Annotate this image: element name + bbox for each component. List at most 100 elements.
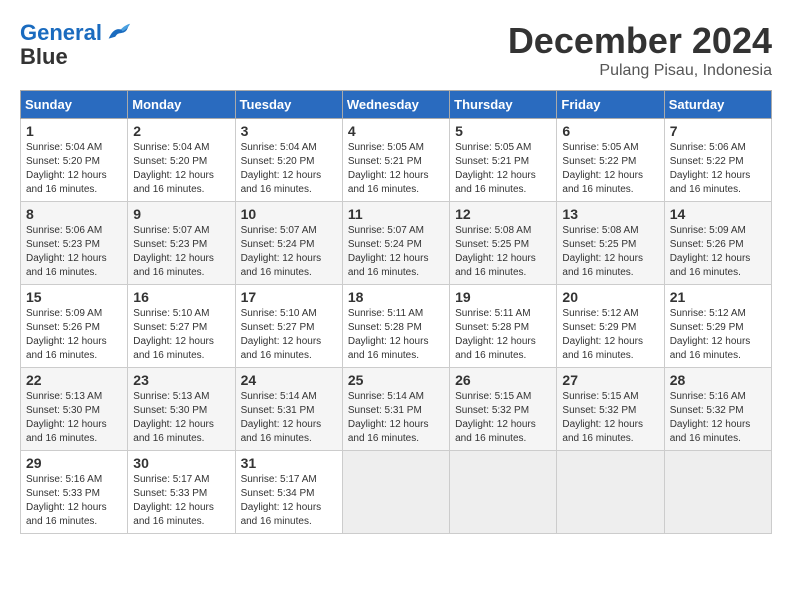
calendar-cell: 14 Sunrise: 5:09 AMSunset: 5:26 PMDaylig…: [664, 202, 771, 285]
day-info: Sunrise: 5:16 AMSunset: 5:32 PMDaylight:…: [670, 390, 766, 446]
weekday-header: Saturday: [664, 91, 771, 119]
calendar-cell: 16 Sunrise: 5:10 AMSunset: 5:27 PMDaylig…: [128, 285, 235, 368]
calendar-week-row: 29 Sunrise: 5:16 AMSunset: 5:33 PMDaylig…: [21, 451, 772, 534]
day-number: 30: [133, 455, 229, 471]
day-number: 22: [26, 372, 122, 388]
calendar-cell: 8 Sunrise: 5:06 AMSunset: 5:23 PMDayligh…: [21, 202, 128, 285]
day-info: Sunrise: 5:06 AMSunset: 5:23 PMDaylight:…: [26, 224, 122, 280]
day-number: 2: [133, 123, 229, 139]
day-info: Sunrise: 5:14 AMSunset: 5:31 PMDaylight:…: [348, 390, 444, 446]
calendar-cell: 18 Sunrise: 5:11 AMSunset: 5:28 PMDaylig…: [342, 285, 449, 368]
calendar-cell: 30 Sunrise: 5:17 AMSunset: 5:33 PMDaylig…: [128, 451, 235, 534]
day-info: Sunrise: 5:09 AMSunset: 5:26 PMDaylight:…: [26, 307, 122, 363]
day-info: Sunrise: 5:17 AMSunset: 5:34 PMDaylight:…: [241, 473, 337, 529]
calendar-cell: 23 Sunrise: 5:13 AMSunset: 5:30 PMDaylig…: [128, 368, 235, 451]
day-number: 15: [26, 289, 122, 305]
day-info: Sunrise: 5:05 AMSunset: 5:21 PMDaylight:…: [455, 141, 551, 197]
calendar-cell: 5 Sunrise: 5:05 AMSunset: 5:21 PMDayligh…: [450, 119, 557, 202]
day-number: 27: [562, 372, 658, 388]
day-number: 26: [455, 372, 551, 388]
day-info: Sunrise: 5:11 AMSunset: 5:28 PMDaylight:…: [455, 307, 551, 363]
calendar-cell: 10 Sunrise: 5:07 AMSunset: 5:24 PMDaylig…: [235, 202, 342, 285]
weekday-header: Tuesday: [235, 91, 342, 119]
day-info: Sunrise: 5:15 AMSunset: 5:32 PMDaylight:…: [562, 390, 658, 446]
calendar-table: SundayMondayTuesdayWednesdayThursdayFrid…: [20, 90, 772, 534]
calendar-cell: 2 Sunrise: 5:04 AMSunset: 5:20 PMDayligh…: [128, 119, 235, 202]
day-number: 17: [241, 289, 337, 305]
calendar-cell: 22 Sunrise: 5:13 AMSunset: 5:30 PMDaylig…: [21, 368, 128, 451]
calendar-cell: 28 Sunrise: 5:16 AMSunset: 5:32 PMDaylig…: [664, 368, 771, 451]
month-title: December 2024: [508, 20, 772, 62]
day-number: 25: [348, 372, 444, 388]
calendar-cell: 21 Sunrise: 5:12 AMSunset: 5:29 PMDaylig…: [664, 285, 771, 368]
weekday-header: Monday: [128, 91, 235, 119]
day-info: Sunrise: 5:06 AMSunset: 5:22 PMDaylight:…: [670, 141, 766, 197]
day-info: Sunrise: 5:07 AMSunset: 5:24 PMDaylight:…: [241, 224, 337, 280]
calendar-cell: 20 Sunrise: 5:12 AMSunset: 5:29 PMDaylig…: [557, 285, 664, 368]
day-info: Sunrise: 5:05 AMSunset: 5:21 PMDaylight:…: [348, 141, 444, 197]
day-number: 28: [670, 372, 766, 388]
day-number: 31: [241, 455, 337, 471]
day-number: 1: [26, 123, 122, 139]
weekday-header: Thursday: [450, 91, 557, 119]
day-number: 23: [133, 372, 229, 388]
logo-bird-icon: [104, 20, 132, 48]
calendar-cell: 26 Sunrise: 5:15 AMSunset: 5:32 PMDaylig…: [450, 368, 557, 451]
calendar-cell: 6 Sunrise: 5:05 AMSunset: 5:22 PMDayligh…: [557, 119, 664, 202]
day-info: Sunrise: 5:13 AMSunset: 5:30 PMDaylight:…: [133, 390, 229, 446]
calendar-cell: 17 Sunrise: 5:10 AMSunset: 5:27 PMDaylig…: [235, 285, 342, 368]
calendar-cell: 31 Sunrise: 5:17 AMSunset: 5:34 PMDaylig…: [235, 451, 342, 534]
calendar-week-row: 22 Sunrise: 5:13 AMSunset: 5:30 PMDaylig…: [21, 368, 772, 451]
title-block: December 2024 Pulang Pisau, Indonesia: [508, 20, 772, 80]
day-number: 11: [348, 206, 444, 222]
day-number: 14: [670, 206, 766, 222]
day-number: 12: [455, 206, 551, 222]
day-info: Sunrise: 5:12 AMSunset: 5:29 PMDaylight:…: [670, 307, 766, 363]
day-info: Sunrise: 5:15 AMSunset: 5:32 PMDaylight:…: [455, 390, 551, 446]
day-number: 6: [562, 123, 658, 139]
day-info: Sunrise: 5:08 AMSunset: 5:25 PMDaylight:…: [455, 224, 551, 280]
day-info: Sunrise: 5:14 AMSunset: 5:31 PMDaylight:…: [241, 390, 337, 446]
day-number: 7: [670, 123, 766, 139]
calendar-cell: [450, 451, 557, 534]
day-number: 19: [455, 289, 551, 305]
day-info: Sunrise: 5:08 AMSunset: 5:25 PMDaylight:…: [562, 224, 658, 280]
calendar-cell: 9 Sunrise: 5:07 AMSunset: 5:23 PMDayligh…: [128, 202, 235, 285]
day-number: 29: [26, 455, 122, 471]
calendar-cell: 13 Sunrise: 5:08 AMSunset: 5:25 PMDaylig…: [557, 202, 664, 285]
calendar-cell: 19 Sunrise: 5:11 AMSunset: 5:28 PMDaylig…: [450, 285, 557, 368]
day-info: Sunrise: 5:10 AMSunset: 5:27 PMDaylight:…: [241, 307, 337, 363]
calendar-body: 1 Sunrise: 5:04 AMSunset: 5:20 PMDayligh…: [21, 119, 772, 534]
day-number: 24: [241, 372, 337, 388]
day-info: Sunrise: 5:10 AMSunset: 5:27 PMDaylight:…: [133, 307, 229, 363]
day-number: 10: [241, 206, 337, 222]
day-number: 9: [133, 206, 229, 222]
calendar-week-row: 8 Sunrise: 5:06 AMSunset: 5:23 PMDayligh…: [21, 202, 772, 285]
day-number: 4: [348, 123, 444, 139]
day-number: 16: [133, 289, 229, 305]
calendar-cell: 11 Sunrise: 5:07 AMSunset: 5:24 PMDaylig…: [342, 202, 449, 285]
weekday-header: Wednesday: [342, 91, 449, 119]
day-number: 8: [26, 206, 122, 222]
calendar-cell: 15 Sunrise: 5:09 AMSunset: 5:26 PMDaylig…: [21, 285, 128, 368]
day-number: 5: [455, 123, 551, 139]
day-info: Sunrise: 5:05 AMSunset: 5:22 PMDaylight:…: [562, 141, 658, 197]
calendar-week-row: 15 Sunrise: 5:09 AMSunset: 5:26 PMDaylig…: [21, 285, 772, 368]
calendar-cell: [664, 451, 771, 534]
day-info: Sunrise: 5:09 AMSunset: 5:26 PMDaylight:…: [670, 224, 766, 280]
day-number: 20: [562, 289, 658, 305]
day-info: Sunrise: 5:04 AMSunset: 5:20 PMDaylight:…: [241, 141, 337, 197]
calendar-cell: 3 Sunrise: 5:04 AMSunset: 5:20 PMDayligh…: [235, 119, 342, 202]
day-number: 3: [241, 123, 337, 139]
day-number: 13: [562, 206, 658, 222]
day-info: Sunrise: 5:12 AMSunset: 5:29 PMDaylight:…: [562, 307, 658, 363]
day-info: Sunrise: 5:13 AMSunset: 5:30 PMDaylight:…: [26, 390, 122, 446]
logo: General Blue: [20, 20, 132, 70]
day-info: Sunrise: 5:16 AMSunset: 5:33 PMDaylight:…: [26, 473, 122, 529]
calendar-cell: 29 Sunrise: 5:16 AMSunset: 5:33 PMDaylig…: [21, 451, 128, 534]
weekday-header: Sunday: [21, 91, 128, 119]
calendar-cell: 1 Sunrise: 5:04 AMSunset: 5:20 PMDayligh…: [21, 119, 128, 202]
day-info: Sunrise: 5:04 AMSunset: 5:20 PMDaylight:…: [133, 141, 229, 197]
calendar-cell: 25 Sunrise: 5:14 AMSunset: 5:31 PMDaylig…: [342, 368, 449, 451]
calendar-header-row: SundayMondayTuesdayWednesdayThursdayFrid…: [21, 91, 772, 119]
